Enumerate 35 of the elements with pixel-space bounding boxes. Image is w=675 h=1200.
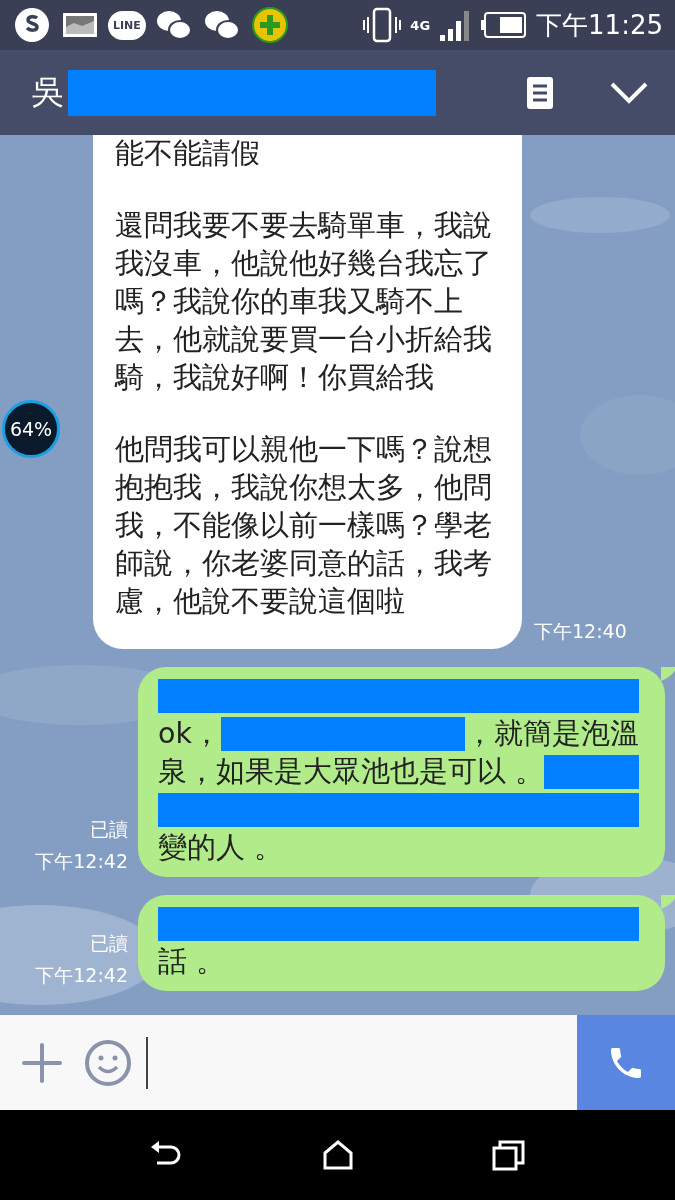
- message-text: 他問我可以親他一下嗎？說想: [115, 432, 493, 468]
- message-text: 抱抱我，我說你想太多，他問: [115, 470, 493, 506]
- message-text: 能不能請假: [115, 136, 261, 172]
- message-time: 下午12:42: [35, 963, 128, 988]
- message-text: 慮，他說不要說這個啦: [115, 584, 406, 620]
- clock-time: 下午11:25: [536, 8, 663, 42]
- chat-title: 吳: [32, 71, 64, 113]
- notes-icon[interactable]: [525, 74, 555, 111]
- message-text: 泉，如果是大眾池也是可以 。: [158, 754, 545, 790]
- message-text: 師說，你老婆同意的話，我考: [115, 546, 493, 582]
- line-icon: LINE: [108, 10, 146, 40]
- message-text: ，就簡是泡溫: [465, 716, 639, 752]
- message-text: 嗎？我說你的車我又騎不上: [115, 284, 464, 320]
- network-type: 4G: [410, 18, 431, 32]
- message-text: 去，他就說要買一台小折給我: [115, 322, 493, 358]
- vibrate-icon: [362, 5, 403, 45]
- emoji-icon[interactable]: [84, 1038, 132, 1087]
- plus-badge-icon: [249, 5, 290, 45]
- message-text: 變的人 。: [158, 830, 284, 866]
- message-text: 我，不能像以前一樣嗎？學老: [115, 508, 493, 544]
- message-text: 還問我要不要去騎單車，我說: [115, 208, 493, 244]
- battery-icon: [480, 10, 529, 40]
- plus-icon[interactable]: [22, 1042, 62, 1083]
- home-icon[interactable]: [322, 1139, 355, 1171]
- message-text: 我沒車，他說他好幾台我忘了: [115, 246, 493, 282]
- read-receipt: 已讀: [90, 817, 128, 842]
- read-receipt: 已讀: [90, 931, 128, 956]
- skype-icon: [12, 5, 52, 45]
- message-text: 話 。: [158, 944, 226, 980]
- message-text: ok，: [158, 716, 221, 752]
- call-button[interactable]: [577, 1015, 675, 1110]
- message-text: 騎，我說好啊！你買給我: [115, 360, 435, 396]
- message-time: 下午12:42: [35, 849, 128, 874]
- recent-apps-icon[interactable]: [492, 1139, 527, 1171]
- message-time: 下午12:40: [534, 619, 627, 644]
